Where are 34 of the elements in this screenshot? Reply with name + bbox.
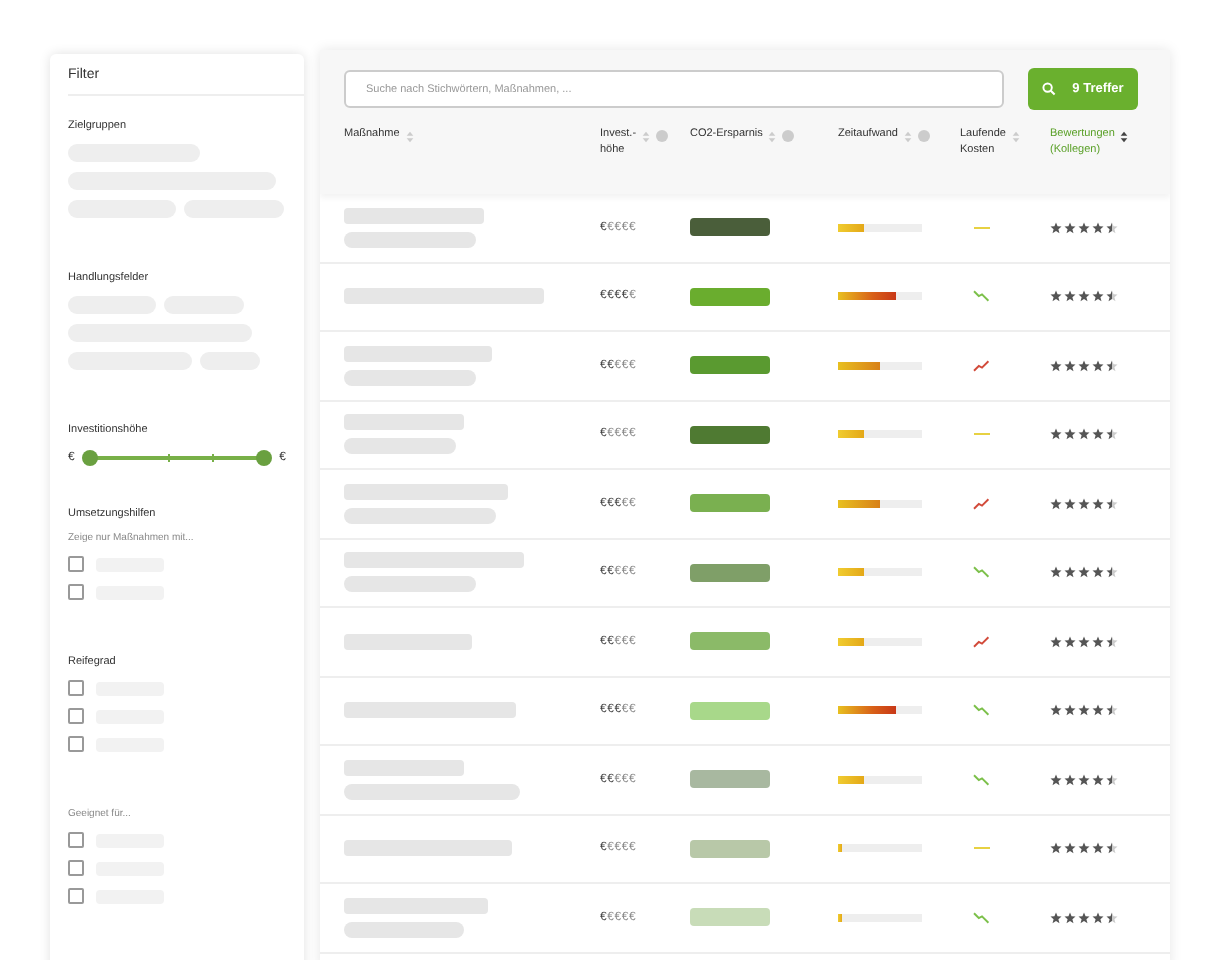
checkbox[interactable] (68, 888, 84, 904)
time-bar (838, 361, 922, 370)
text-placeholder (344, 759, 464, 776)
checkbox[interactable] (68, 584, 84, 600)
text-placeholder (344, 633, 472, 650)
time-bar (838, 292, 922, 301)
checkbox[interactable] (68, 736, 84, 752)
text-placeholder (344, 438, 456, 455)
checkbox[interactable] (68, 860, 84, 876)
time-bar (838, 844, 922, 853)
time-bar (838, 430, 922, 439)
checkbox[interactable] (68, 556, 84, 572)
time-bar (838, 637, 922, 646)
time-bar (838, 568, 922, 577)
text-placeholder (344, 921, 464, 938)
text-placeholder (344, 414, 464, 431)
time-bar (838, 775, 922, 784)
time-bar (838, 499, 922, 508)
sort-icon[interactable] (1120, 130, 1129, 144)
info-icon[interactable] (656, 130, 669, 142)
checkbox[interactable] (68, 832, 84, 848)
text-placeholder (344, 231, 476, 248)
text-placeholder (344, 897, 488, 914)
text-placeholder (344, 576, 476, 593)
time-bar (838, 706, 922, 715)
info-icon[interactable] (917, 130, 930, 142)
search-icon (1042, 82, 1057, 96)
text-placeholder (344, 207, 484, 224)
time-bar (838, 913, 922, 922)
time-bar (838, 223, 922, 232)
text-placeholder (344, 369, 476, 386)
checkbox[interactable] (68, 708, 84, 724)
checkbox[interactable] (68, 680, 84, 696)
info-icon[interactable] (782, 130, 795, 142)
